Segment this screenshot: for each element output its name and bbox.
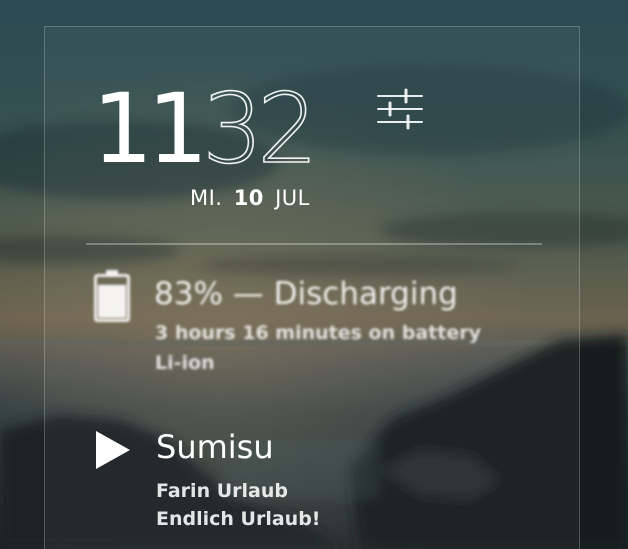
battery-percent: 83% <box>154 276 223 312</box>
track-album: Endlich Urlaub! <box>156 508 321 530</box>
clock-minutes: 32 <box>201 73 319 185</box>
battery-state: Discharging <box>273 276 458 312</box>
date-day: 10 <box>233 186 264 210</box>
date-month: JUL <box>275 186 310 210</box>
clock[interactable]: 1132 <box>92 73 319 185</box>
sliders-icon <box>377 88 423 130</box>
battery-separator: — <box>232 276 264 312</box>
play-icon <box>96 431 130 469</box>
lockscreen: 1132 MI. 10 JUL 83% — Discharging 3 hour… <box>0 0 628 549</box>
clock-hours: 11 <box>92 73 208 185</box>
divider <box>86 243 542 245</box>
play-button[interactable] <box>92 428 134 472</box>
battery-time-remaining: 3 hours 16 minutes on battery <box>155 322 481 344</box>
track-artist: Farin Urlaub <box>156 480 288 502</box>
track-title[interactable]: Sumisu <box>156 428 274 466</box>
battery-technology: Li-ion <box>155 352 215 374</box>
date-line: MI. 10 JUL <box>190 186 310 210</box>
battery-icon <box>94 270 130 322</box>
settings-button[interactable] <box>376 88 424 132</box>
date-weekday: MI. <box>190 186 223 210</box>
battery-status-title: 83% — Discharging <box>154 276 458 312</box>
